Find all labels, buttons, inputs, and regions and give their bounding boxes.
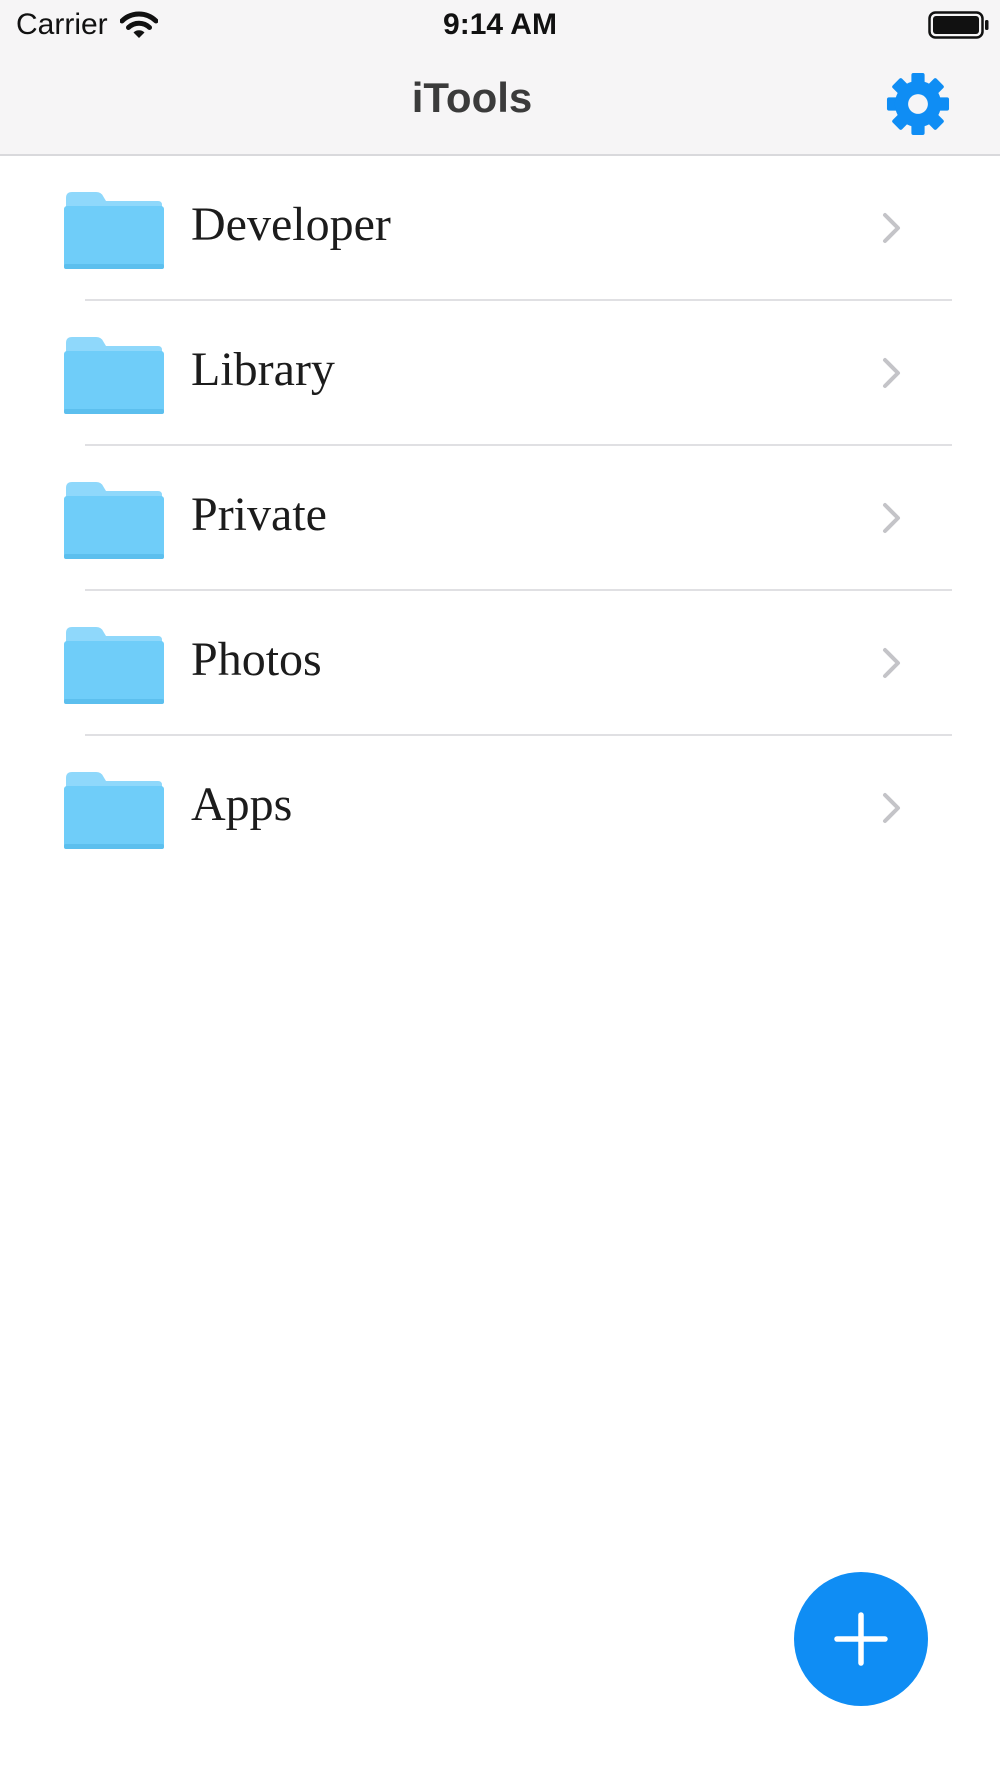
folder-icon bbox=[64, 337, 164, 414]
folder-icon bbox=[64, 482, 164, 559]
chevron-right-icon bbox=[883, 793, 900, 823]
folder-row-photos[interactable]: Photos bbox=[0, 591, 1000, 736]
folder-row-developer[interactable]: Developer bbox=[0, 156, 1000, 301]
folder-label: Library bbox=[191, 343, 335, 396]
folder-label: Photos bbox=[191, 633, 322, 686]
folder-label: Private bbox=[191, 488, 327, 541]
settings-button[interactable] bbox=[880, 66, 956, 142]
folder-icon bbox=[64, 192, 164, 269]
chevron-right-icon bbox=[883, 503, 900, 533]
chevron-right-icon bbox=[883, 213, 900, 243]
folder-row-library[interactable]: Library bbox=[0, 301, 1000, 446]
add-button[interactable] bbox=[794, 1572, 928, 1706]
chevron-right-icon bbox=[883, 358, 900, 388]
folder-list: Developer Library Private Photos Apps bbox=[0, 156, 1000, 881]
gear-icon bbox=[886, 72, 950, 136]
battery-icon bbox=[928, 11, 989, 39]
status-time: 9:14 AM bbox=[443, 8, 557, 41]
chevron-right-icon bbox=[883, 648, 900, 678]
plus-icon bbox=[834, 1612, 888, 1666]
status-bar: Carrier 9:14 AM bbox=[0, 0, 1000, 52]
folder-row-private[interactable]: Private bbox=[0, 446, 1000, 591]
page-title: iTools bbox=[411, 74, 533, 121]
folder-label: Apps bbox=[191, 778, 293, 831]
folder-label: Developer bbox=[191, 198, 391, 251]
folder-icon bbox=[64, 627, 164, 704]
folder-icon bbox=[64, 772, 164, 849]
folder-row-apps[interactable]: Apps bbox=[0, 736, 1000, 881]
navigation-bar: iTools bbox=[0, 52, 1000, 156]
